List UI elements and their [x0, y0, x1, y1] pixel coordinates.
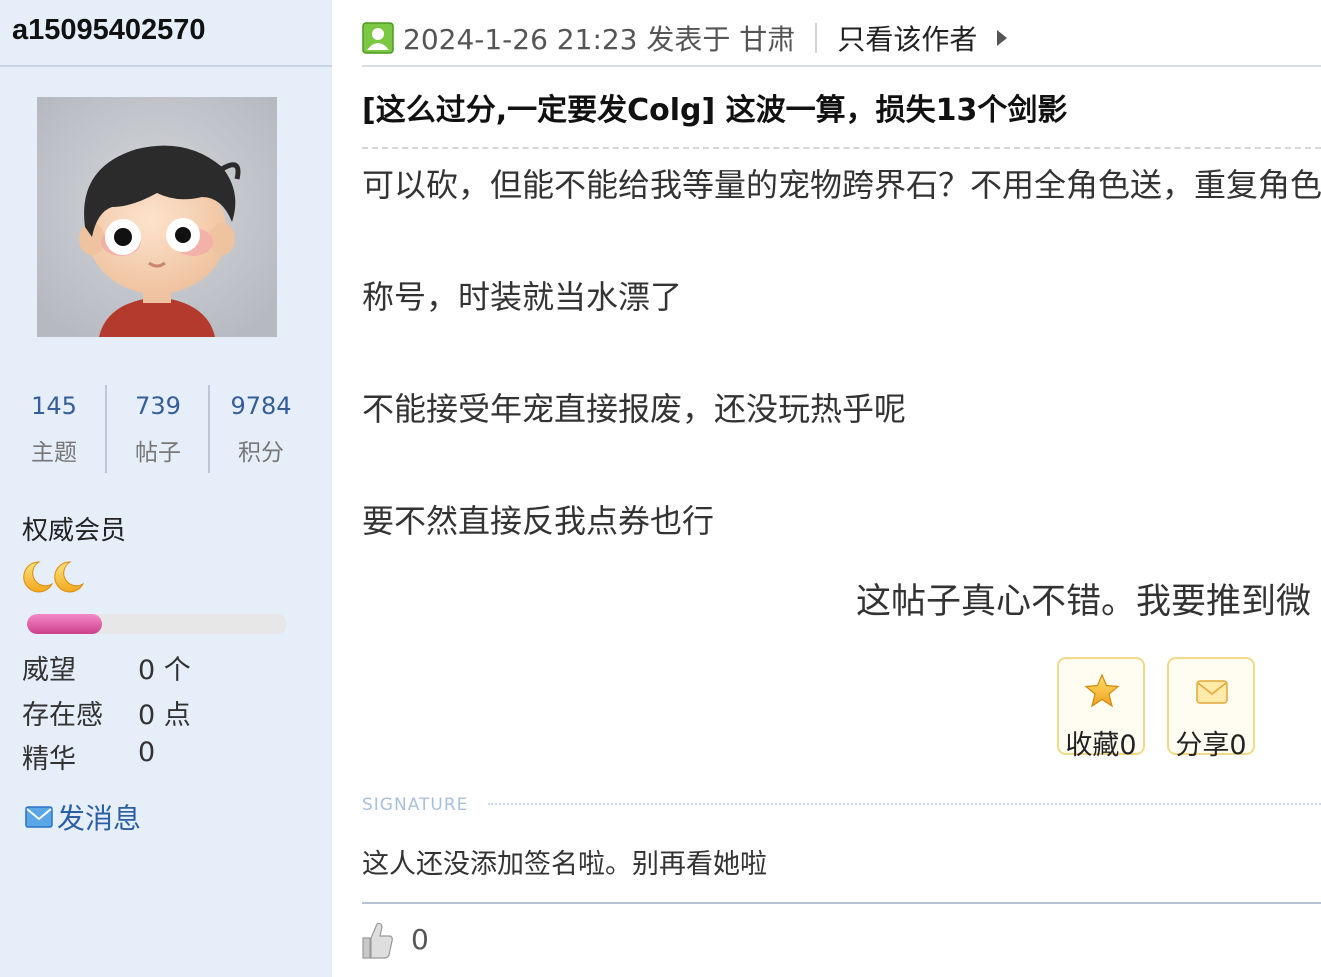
post-title: [这么过分,一定要发Colg] 这波一算，损失13个剑影 — [362, 93, 1068, 128]
post-meta: 2024-1-26 21:23 发表于 甘肃 只看该作者 — [362, 15, 1009, 61]
online-user-icon — [362, 22, 394, 54]
post-date-location: 2024-1-26 21:23 发表于 甘肃 — [403, 23, 796, 56]
signature-divider — [488, 803, 1321, 805]
post-paragraph: 称号，时装就当水漂了 — [362, 278, 683, 316]
user-group[interactable]: 权威会员 — [22, 510, 126, 547]
like-count: 0 — [411, 923, 429, 956]
info-key: 存在感 — [22, 700, 103, 731]
envelope-icon — [25, 806, 53, 828]
info-value: 0 — [138, 737, 156, 768]
post-paragraph: 可以砍，但能不能给我等量的宠物跨界石？不用全角色送，重复角色 — [362, 166, 1321, 204]
post-footer-divider — [362, 902, 1321, 904]
username-link[interactable]: a15095402570 — [12, 14, 206, 47]
send-message-label: 发消息 — [57, 802, 142, 835]
share-promo-text: 这帖子真心不错。我要推到微 — [856, 582, 1312, 622]
stat-posts[interactable]: 739 帖子 — [106, 385, 210, 475]
rank-progress-fill — [27, 614, 103, 634]
favorite-button[interactable]: 收藏0 — [1057, 657, 1145, 761]
stat-posts-value: 739 — [135, 392, 181, 420]
send-message-button[interactable]: 发消息 — [25, 797, 141, 837]
like-button[interactable] — [360, 920, 394, 964]
user-stats: 145 主题 739 帖子 9784 积分 — [0, 385, 312, 475]
favorite-count: 收藏0 — [1065, 730, 1137, 761]
stat-points-value: 9784 — [230, 392, 292, 420]
stat-threads-value: 145 — [31, 392, 77, 420]
stat-threads-label: 主题 — [31, 440, 77, 466]
star-icon — [1084, 673, 1120, 708]
post-paragraph: 要不然直接反我点券也行 — [362, 502, 715, 540]
info-value: 0 个 — [138, 655, 191, 686]
rank-progress-bar — [27, 614, 287, 634]
triangle-right-icon — [997, 30, 1008, 46]
thumbs-up-icon — [362, 922, 393, 959]
meta-divider-line — [362, 65, 1321, 67]
info-key: 精华 — [22, 744, 76, 775]
meta-divider — [815, 23, 818, 53]
cartoon-boy-avatar — [37, 97, 277, 337]
signature-label: SIGNATURE — [362, 795, 469, 815]
author-only-link[interactable]: 只看该作者 — [837, 18, 977, 58]
share-count: 分享0 — [1175, 730, 1247, 761]
stat-points-label: 积分 — [238, 440, 284, 466]
info-key: 威望 — [22, 655, 76, 686]
moon-icon — [23, 561, 85, 593]
stat-points[interactable]: 9784 积分 — [209, 385, 313, 475]
title-divider — [362, 147, 1321, 149]
stat-posts-label: 帖子 — [135, 440, 181, 466]
stat-threads[interactable]: 145 主题 — [2, 385, 106, 475]
avatar[interactable] — [37, 97, 277, 337]
level-icons — [21, 560, 91, 594]
envelope-icon — [1196, 680, 1228, 704]
user-sidebar: a15095402570 145 主题 739 帖子 9784 积分 权威会员 … — [0, 0, 332, 977]
info-value: 0 点 — [138, 700, 191, 731]
signature-text: 这人还没添加签名啦。别再看她啦 — [362, 849, 767, 880]
sidebar-divider — [0, 65, 332, 67]
share-button[interactable]: 分享0 — [1167, 657, 1255, 761]
post-paragraph: 不能接受年宠直接报废，还没玩热乎呢 — [362, 390, 907, 428]
